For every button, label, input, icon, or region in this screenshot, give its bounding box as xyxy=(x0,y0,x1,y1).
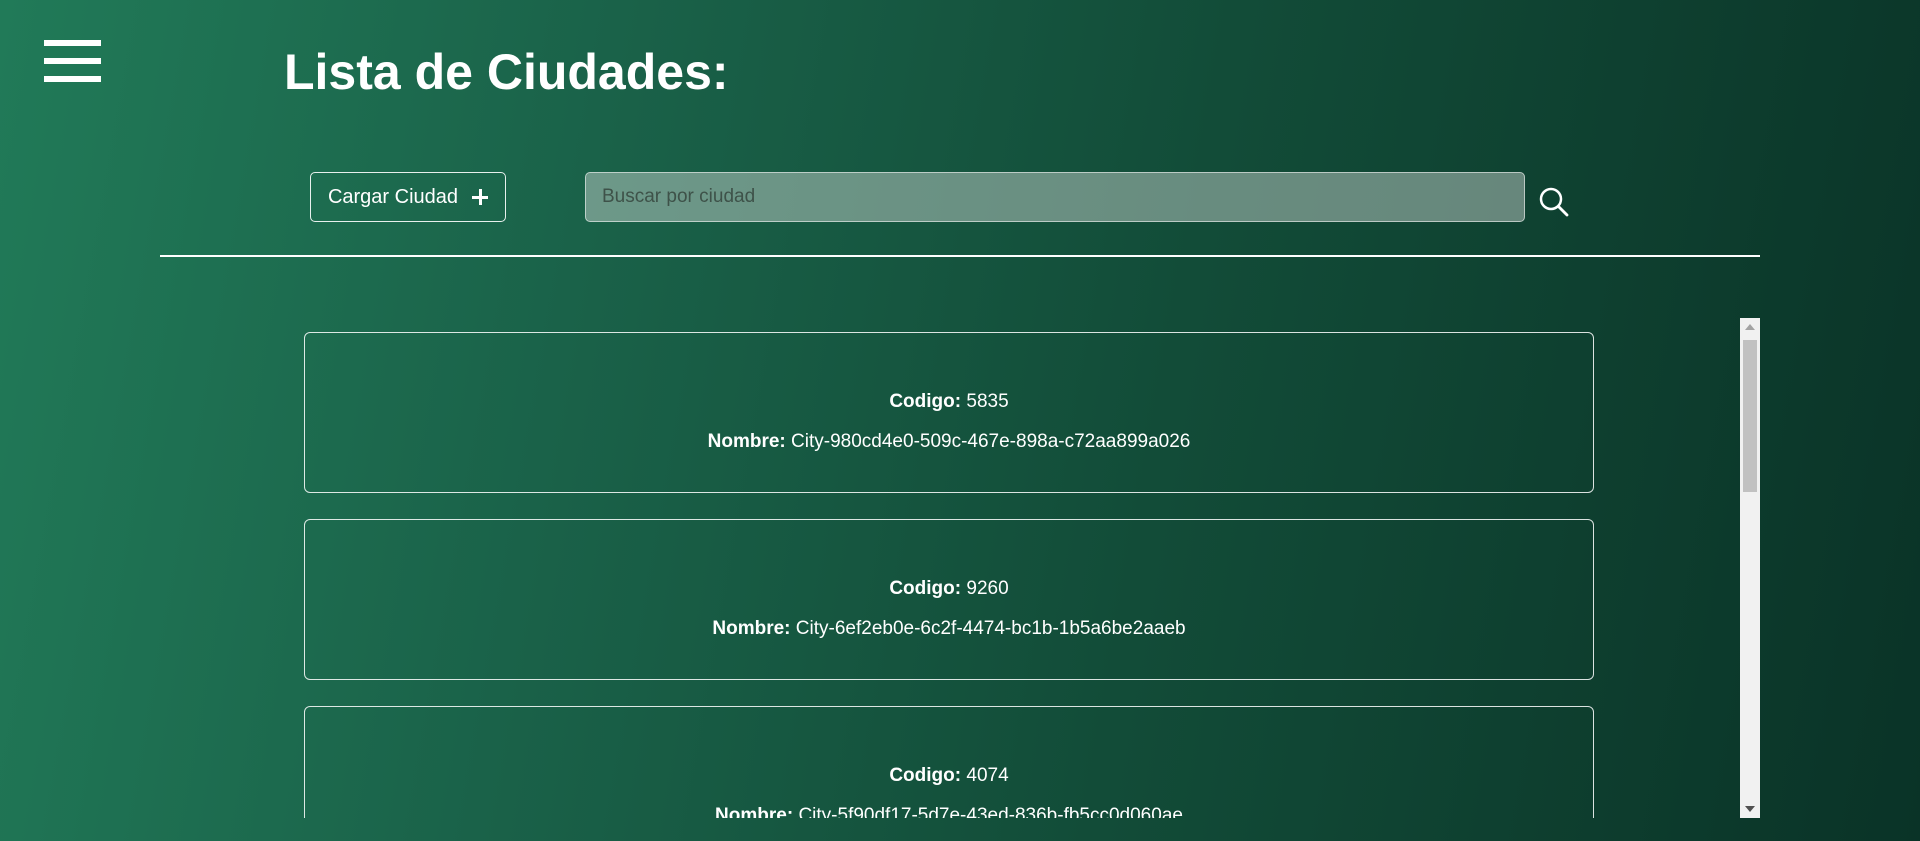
city-name: Nombre: City-980cd4e0-509c-467e-898a-c72… xyxy=(305,430,1593,454)
menu-bar xyxy=(44,76,101,82)
scroll-up-arrow-icon[interactable] xyxy=(1745,324,1755,330)
menu-icon[interactable] xyxy=(44,38,102,86)
name-value: City-6ef2eb0e-6c2f-4474-bc1b-1b5a6be2aae… xyxy=(795,618,1186,639)
search-icon[interactable] xyxy=(1538,186,1570,218)
menu-bar xyxy=(44,40,101,46)
code-label: Codigo: xyxy=(889,578,962,599)
city-code: Codigo: 9260 xyxy=(305,577,1593,601)
name-label: Nombre: xyxy=(715,805,794,818)
name-label: Nombre: xyxy=(712,618,791,639)
city-code: Codigo: 5835 xyxy=(305,390,1593,414)
city-code: Codigo: 4074 xyxy=(305,764,1593,788)
name-value: City-5f90df17-5d7e-43ed-836b-fb5cc0d060a… xyxy=(798,805,1183,818)
city-card[interactable]: Codigo: 9260 Nombre: City-6ef2eb0e-6c2f-… xyxy=(304,519,1594,680)
city-name: Nombre: City-6ef2eb0e-6c2f-4474-bc1b-1b5… xyxy=(305,617,1593,641)
code-label: Codigo: xyxy=(889,765,962,786)
city-card[interactable]: Codigo: 5835 Nombre: City-980cd4e0-509c-… xyxy=(304,332,1594,493)
code-value: 5835 xyxy=(966,391,1009,412)
add-city-button[interactable]: Cargar Ciudad xyxy=(310,172,506,222)
name-value: City-980cd4e0-509c-467e-898a-c72aa899a02… xyxy=(791,431,1191,452)
city-list[interactable]: Codigo: 5835 Nombre: City-980cd4e0-509c-… xyxy=(160,318,1740,818)
page-title: Lista de Ciudades: xyxy=(284,44,729,100)
list-scrollbar[interactable] xyxy=(1740,318,1760,818)
code-value: 4074 xyxy=(966,765,1009,786)
menu-bar xyxy=(44,58,101,64)
scroll-thumb[interactable] xyxy=(1743,340,1757,492)
scroll-down-arrow-icon[interactable] xyxy=(1745,806,1755,812)
header-divider xyxy=(160,255,1760,257)
code-label: Codigo: xyxy=(889,391,962,412)
city-card[interactable]: Codigo: 4074 Nombre: City-5f90df17-5d7e-… xyxy=(304,706,1594,818)
city-name: Nombre: City-5f90df17-5d7e-43ed-836b-fb5… xyxy=(305,804,1593,818)
plus-icon xyxy=(472,189,489,205)
search-input[interactable] xyxy=(585,172,1525,222)
add-city-label: Cargar Ciudad xyxy=(327,185,459,208)
code-value: 9260 xyxy=(966,578,1009,599)
name-label: Nombre: xyxy=(707,431,786,452)
